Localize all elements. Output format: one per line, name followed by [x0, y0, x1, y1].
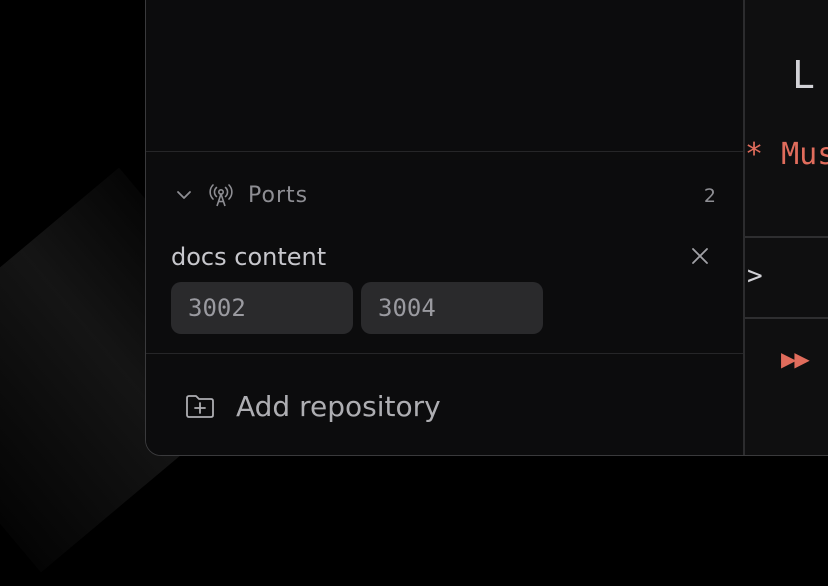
port-chip-second[interactable]: 3004: [361, 282, 543, 334]
chevron-down-icon[interactable]: [174, 185, 194, 205]
close-icon[interactable]: [689, 245, 711, 267]
terminal-highlight-text: * Mus: [745, 137, 828, 172]
pane-divider: [745, 236, 828, 238]
add-repository-label: Add repository: [236, 389, 441, 423]
folder-plus-icon: [186, 395, 214, 418]
terminal-pane[interactable]: L * Mus > ▶▶: [743, 0, 828, 455]
terminal-text: L: [792, 53, 815, 97]
fast-forward-icon[interactable]: ▶▶: [781, 347, 810, 371]
ports-section-header[interactable]: Ports 2: [146, 177, 743, 215]
desktop: Ports 2 docs content 3002 3004 Add repos…: [0, 0, 828, 586]
pane-divider: [745, 317, 828, 319]
add-repository-button[interactable]: Add repository: [184, 386, 441, 426]
section-divider: [146, 151, 743, 152]
repository-name: docs content: [171, 243, 327, 271]
ports-label: Ports: [248, 183, 309, 208]
terminal-prompt: >: [747, 261, 763, 291]
port-chip-first[interactable]: 3002: [171, 282, 353, 334]
section-divider: [146, 353, 743, 354]
app-window: Ports 2 docs content 3002 3004 Add repos…: [145, 0, 828, 456]
ports-count-badge: 2: [703, 185, 716, 207]
antenna-icon: [209, 184, 233, 207]
sidebar: Ports 2 docs content 3002 3004 Add repos…: [146, 0, 743, 455]
